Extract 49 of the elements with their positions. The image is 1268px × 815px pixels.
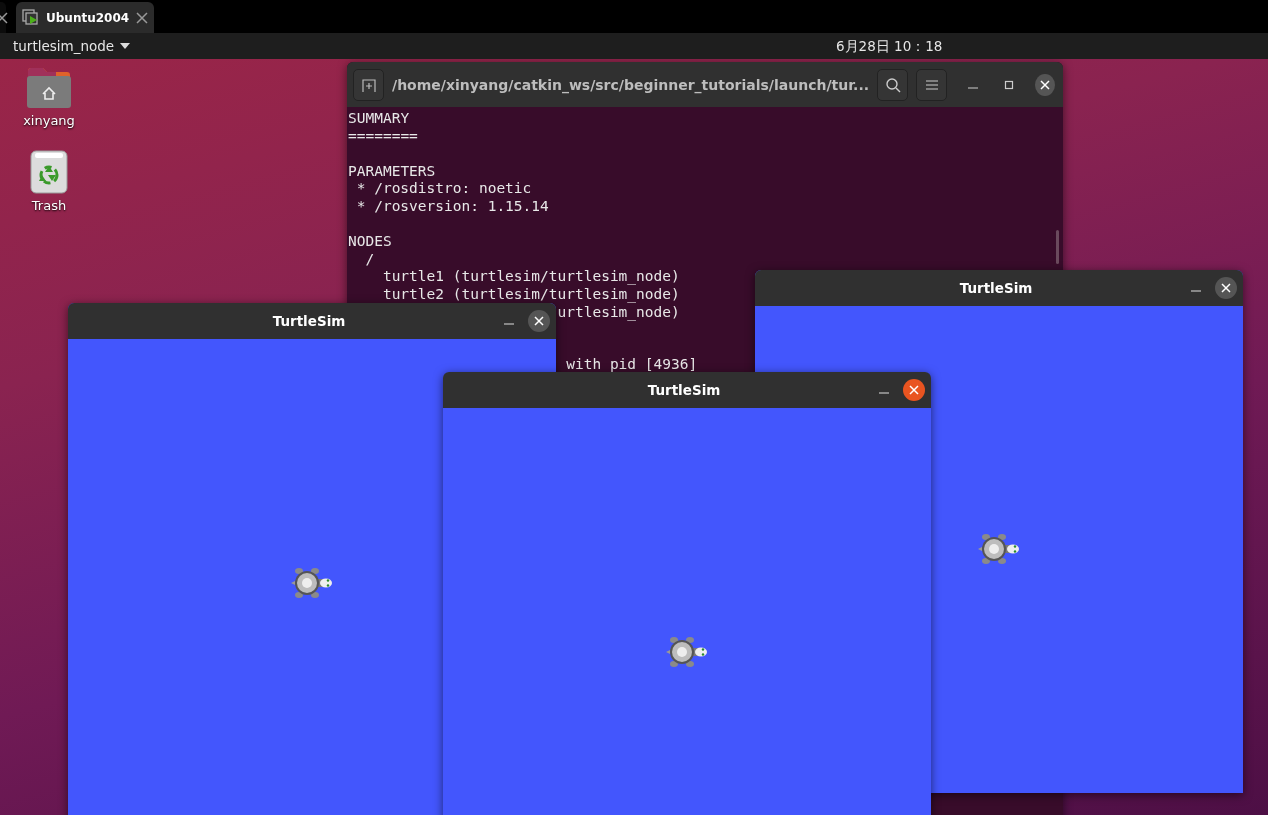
folder-icon[interactable] xyxy=(26,67,72,109)
icon-label: Trash xyxy=(31,198,67,213)
search-icon xyxy=(884,76,901,93)
new-tab-icon xyxy=(360,76,377,93)
vm-icon xyxy=(22,8,40,27)
window-title: TurtleSim xyxy=(271,313,347,329)
close-button[interactable] xyxy=(1215,277,1237,299)
menu-button[interactable] xyxy=(916,68,948,101)
trash-icon[interactable] xyxy=(30,150,68,194)
menu-icon xyxy=(924,78,939,91)
terminal-line: with pid [4936] xyxy=(566,356,698,374)
terminal-line: PARAMETERS xyxy=(348,162,436,181)
close-button[interactable] xyxy=(528,310,550,332)
window-title: TurtleSim xyxy=(646,382,722,398)
clock[interactable]: 6月28日 10：18 xyxy=(836,38,943,56)
minimize-icon xyxy=(968,86,979,89)
close-icon xyxy=(909,385,919,395)
turtle-drawing xyxy=(664,635,708,669)
terminal-line: turtle1 (turtlesim/turtlesim_node) xyxy=(382,268,680,286)
app-menu[interactable]: turtlesim_node xyxy=(13,38,131,54)
turtle-drawing xyxy=(289,566,333,600)
new-tab-button[interactable] xyxy=(353,68,385,101)
scrollbar[interactable] xyxy=(1056,230,1059,264)
turtle-drawing xyxy=(976,532,1020,566)
close-icon xyxy=(1040,79,1050,90)
terminal-line: * /rosdistro: noetic xyxy=(356,180,532,198)
terminal-line: turtle2 (turtlesim/turtlesim_node) xyxy=(382,285,680,304)
terminal-line: urtlesim_node) xyxy=(557,303,680,322)
close-icon xyxy=(1221,283,1231,293)
close-icon[interactable] xyxy=(136,11,148,24)
terminal-line: * /rosversion: 1.15.14 xyxy=(356,197,549,216)
search-button[interactable] xyxy=(877,68,909,101)
close-icon[interactable] xyxy=(0,11,8,24)
close-icon xyxy=(534,316,544,326)
maximize-icon xyxy=(1004,79,1015,90)
terminal-line: / xyxy=(365,250,375,269)
tab[interactable]: Ubuntu2004 xyxy=(16,2,154,33)
terminal-line: ======== xyxy=(348,127,418,146)
window-title: TurtleSim xyxy=(958,280,1034,296)
icon-label: xinyang xyxy=(23,113,75,128)
minimize-icon xyxy=(1191,290,1201,292)
window-title: /home/xinyang/catkin_ws/src/beginner_tutorials/launch/tur... xyxy=(392,76,870,93)
close-button[interactable] xyxy=(903,379,925,401)
minimize-icon xyxy=(504,323,514,325)
terminal-line: SUMMARY xyxy=(348,110,410,128)
terminal-line: NODES xyxy=(348,233,392,251)
minimize-icon xyxy=(879,392,889,394)
caret-icon xyxy=(120,43,131,49)
close-button[interactable] xyxy=(1035,73,1055,96)
